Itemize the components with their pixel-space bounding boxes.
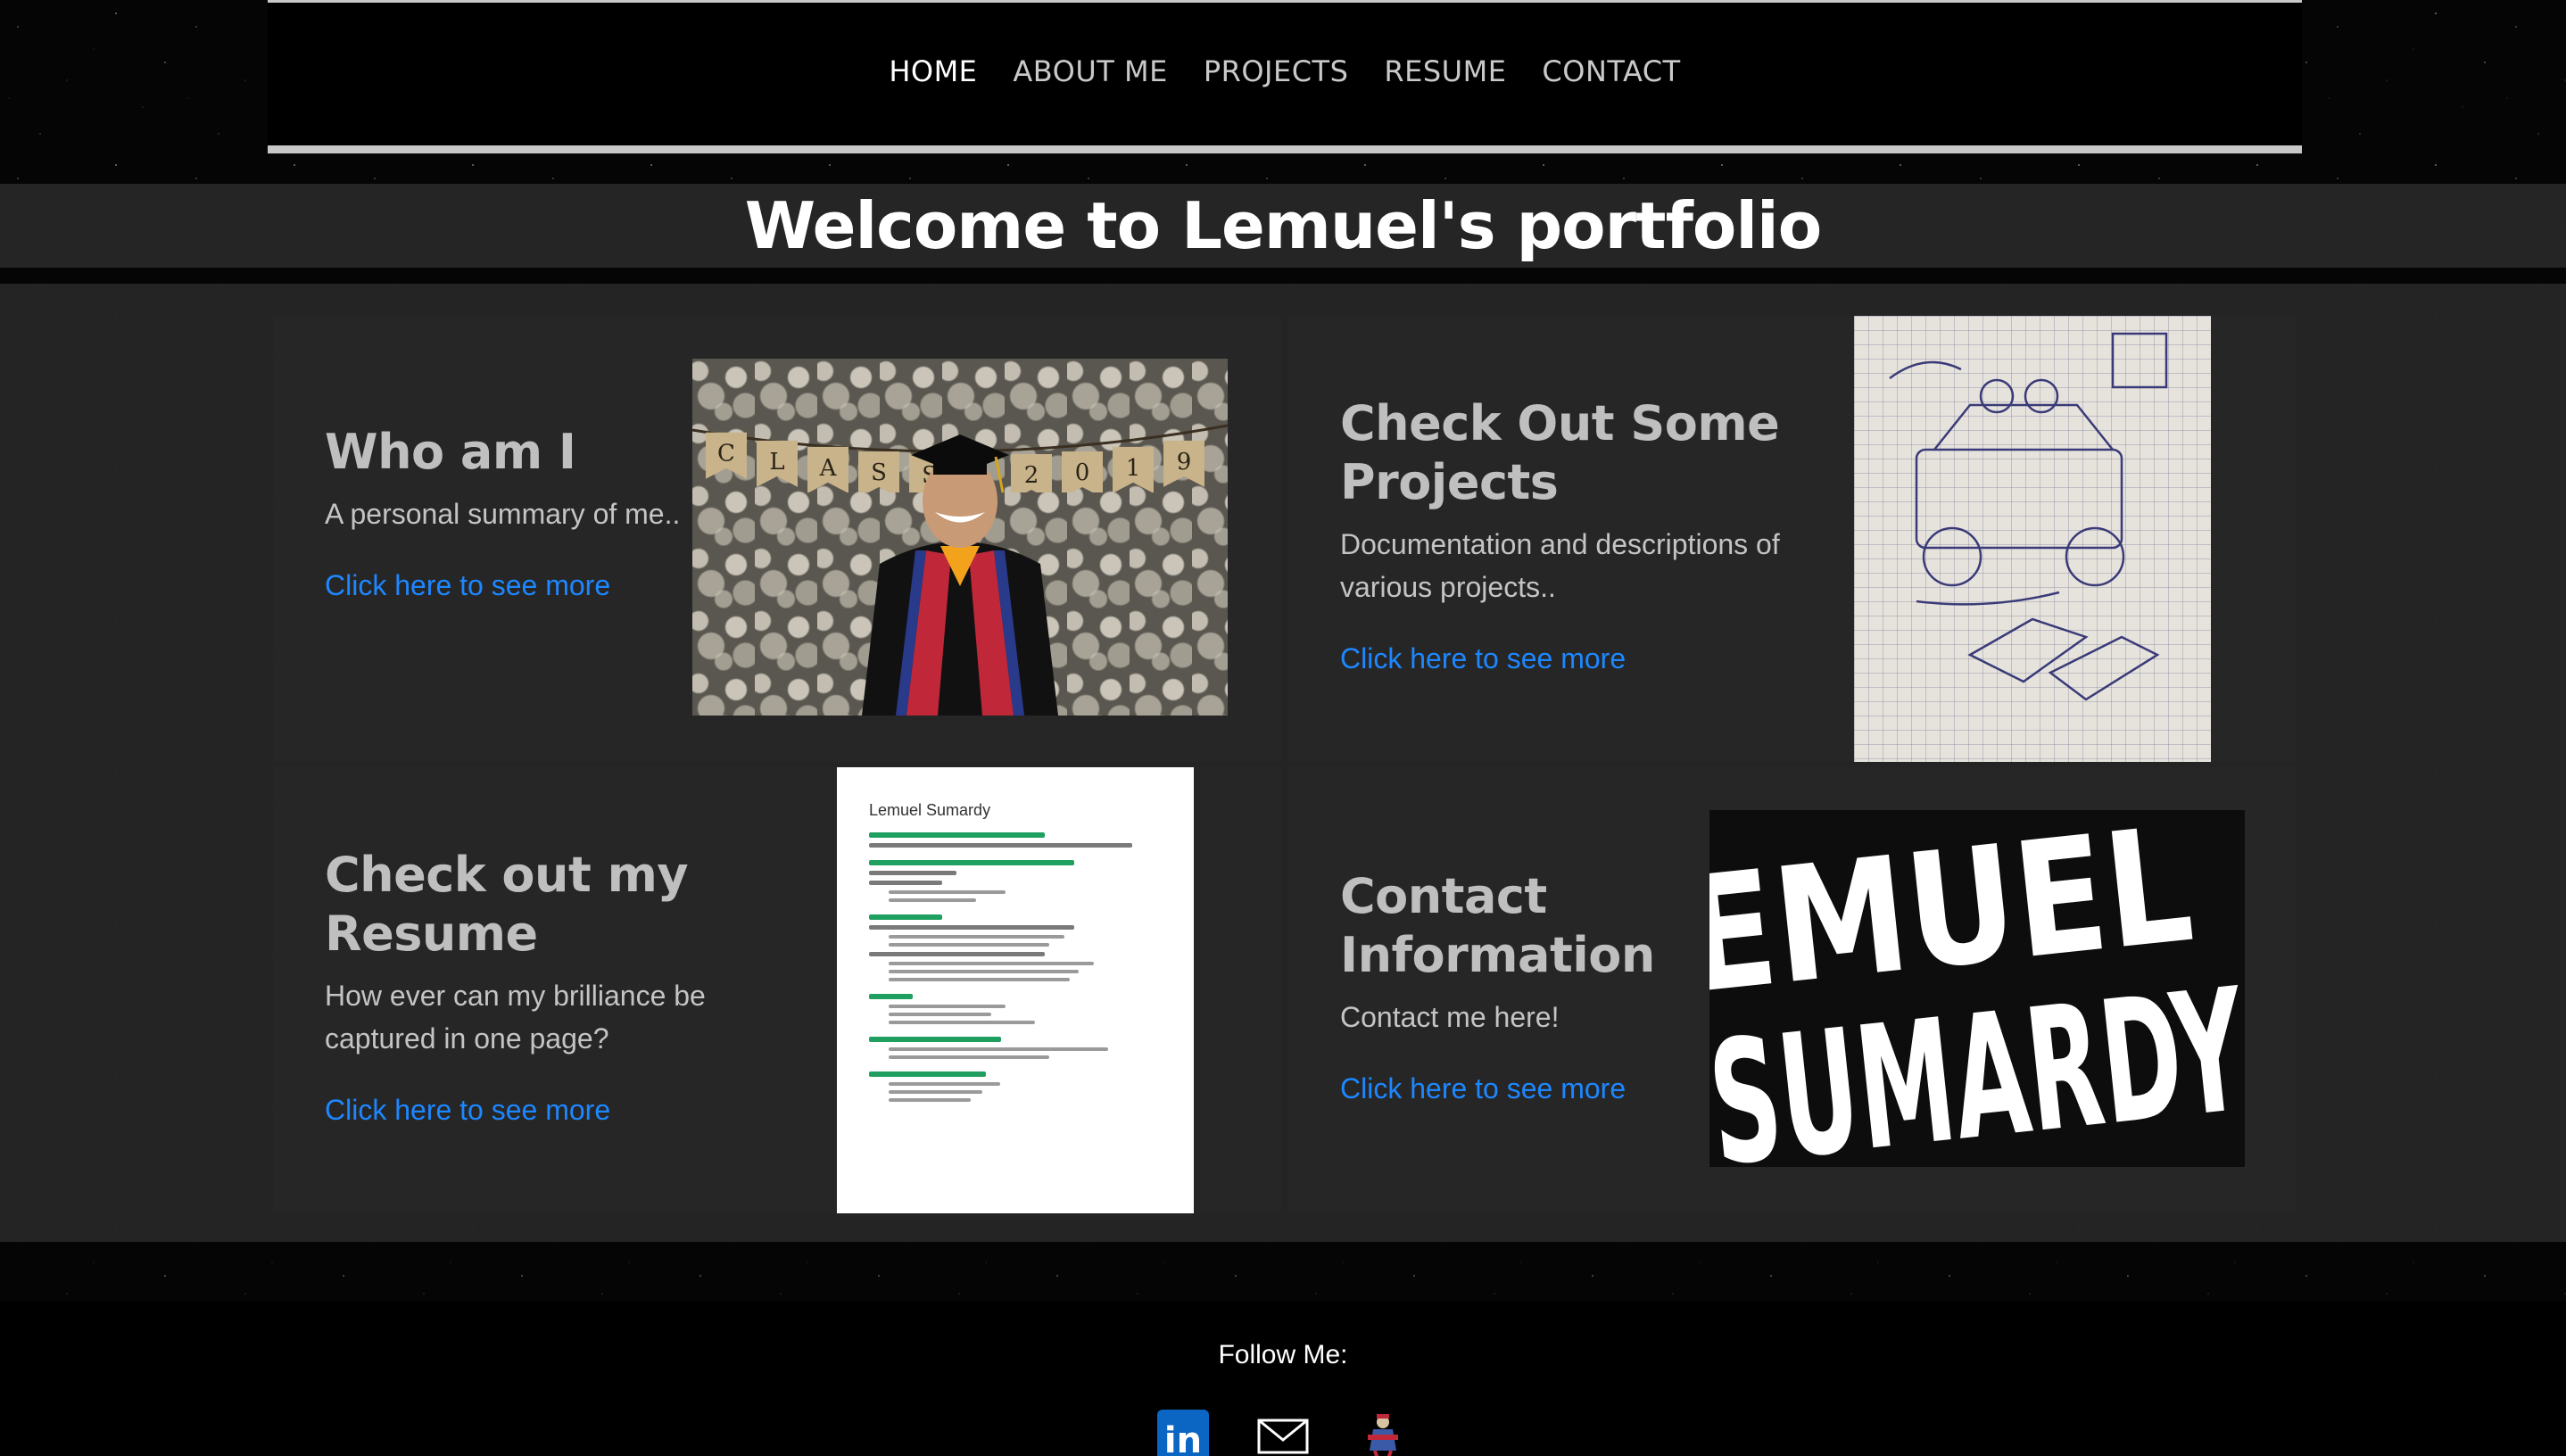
contact-card-body: Contact Information Contact me here! Cli… (1340, 867, 1715, 1110)
graduate-figure (862, 434, 1058, 716)
projects-see-more-link[interactable]: Click here to see more (1340, 637, 1626, 680)
mascot-icon[interactable] (1357, 1410, 1409, 1456)
contact-card-text: Contact me here! (1340, 1001, 1560, 1033)
about-card-text: A personal summary of me.. (325, 498, 681, 530)
nav-item-home[interactable]: HOME (889, 54, 977, 88)
resume-card: Check out my Resume How ever can my bril… (273, 767, 1281, 1213)
projects-card-body: Check Out Some Projects Documentation an… (1340, 394, 1804, 680)
nav-item-projects[interactable]: PROJECTS (1204, 54, 1349, 88)
resume-preview: Lemuel Sumardy (837, 767, 1194, 1213)
projects-card-text: Documentation and descriptions of variou… (1340, 528, 1780, 603)
contact-card-title: Contact Information (1340, 868, 1655, 983)
nav-item-resume[interactable]: RESUME (1384, 54, 1506, 88)
linkedin-icon[interactable]: in (1157, 1410, 1209, 1456)
follow-label: Follow Me: (1218, 1340, 1348, 1369)
resume-doc-name: Lemuel Sumardy (869, 801, 991, 819)
graduation-photo: CLASS2019 (692, 359, 1228, 716)
name-logo-image: EMUEL SUMARDY (1709, 810, 2245, 1167)
nav-item-contact[interactable]: CONTACT (1542, 54, 1680, 88)
page-title: Welcome to Lemuel's portfolio (744, 188, 1822, 263)
about-card-title: Who am I (325, 424, 576, 480)
projects-card: Check Out Some Projects Documentation an… (1288, 316, 2297, 762)
top-nav: HOME ABOUT ME PROJECTS RESUME CONTACT (268, 0, 2302, 153)
project-sketch-image (1854, 316, 2211, 762)
mail-icon[interactable] (1257, 1410, 1309, 1456)
resume-see-more-link[interactable]: Click here to see more (325, 1088, 610, 1131)
name-logo-text: EMUEL SUMARDY (1709, 810, 2245, 1167)
about-card-body: Who am I A personal summary of me.. Clic… (325, 423, 699, 607)
contact-see-more-link[interactable]: Click here to see more (1340, 1067, 1626, 1110)
projects-card-title: Check Out Some Projects (1340, 395, 1780, 510)
resume-card-text: How ever can my brilliance be captured i… (325, 980, 706, 1055)
footer: Follow Me: in (0, 1301, 2566, 1456)
nav-list: HOME ABOUT ME PROJECTS RESUME CONTACT (889, 54, 1680, 88)
title-band: Welcome to Lemuel's portfolio (0, 184, 2566, 268)
sketch-drawing (1889, 332, 2168, 701)
resume-card-body: Check out my Resume How ever can my bril… (325, 846, 771, 1131)
about-see-more-link[interactable]: Click here to see more (325, 564, 610, 607)
nav-item-about[interactable]: ABOUT ME (1013, 54, 1167, 88)
contact-card: Contact Information Contact me here! Cli… (1288, 767, 2297, 1213)
svg-text:in: in (1164, 1420, 1202, 1456)
resume-card-title: Check out my Resume (325, 847, 689, 962)
social-links: in (0, 1410, 2566, 1456)
about-card: Who am I A personal summary of me.. Clic… (273, 316, 1281, 762)
